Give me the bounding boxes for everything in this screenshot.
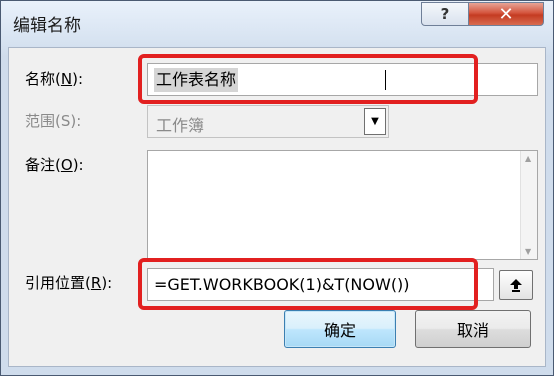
question-mark-icon: ? <box>440 5 450 23</box>
chevron-down-icon: ▼ <box>371 116 379 127</box>
name-input-selected-text: 工作表名称 <box>154 68 239 92</box>
arrow-up-icon <box>510 279 522 292</box>
refers-to-input[interactable]: =GET.WORKBOOK(1)&T(NOW()) <box>147 268 494 301</box>
name-input[interactable]: 工作表名称 <box>147 63 538 96</box>
title-bar[interactable]: 编辑名称 ? ✕ <box>1 1 553 47</box>
collapse-dialog-button[interactable] <box>499 270 533 300</box>
scope-label: 范围(S): <box>25 112 82 130</box>
refers-to-value: =GET.WORKBOOK(1)&T(NOW()) <box>154 275 410 294</box>
ok-button[interactable]: 确定 <box>284 310 396 348</box>
scope-select[interactable]: 工作簿 ▼ <box>147 105 389 138</box>
cancel-button[interactable]: 取消 <box>415 310 531 348</box>
comment-label: 备注(O): <box>25 156 84 174</box>
scope-select-value: 工作簿 <box>156 116 205 135</box>
dialog-body: 名称(N): 工作表名称 范围(S): 工作簿 ▼ 备注(O): ▲ ▼ 引用位… <box>8 47 546 367</box>
dialog-window: 编辑名称 ? ✕ 名称(N): 工作表名称 范围(S): 工作簿 ▼ 备注(O)… <box>0 0 554 376</box>
close-icon: ✕ <box>498 3 514 25</box>
comment-scrollbar[interactable]: ▲ ▼ <box>520 151 537 259</box>
scroll-up-icon[interactable]: ▲ <box>525 154 531 163</box>
text-caret <box>385 70 386 90</box>
scope-dropdown-button[interactable]: ▼ <box>364 108 386 135</box>
help-button[interactable]: ? <box>421 2 469 26</box>
name-label: 名称(N): <box>25 70 84 88</box>
close-button[interactable]: ✕ <box>468 2 544 26</box>
comment-textarea[interactable]: ▲ ▼ <box>147 150 538 260</box>
dialog-title: 编辑名称 <box>13 16 81 36</box>
refers-to-label: 引用位置(R): <box>25 274 113 292</box>
scroll-down-icon[interactable]: ▼ <box>525 247 531 256</box>
